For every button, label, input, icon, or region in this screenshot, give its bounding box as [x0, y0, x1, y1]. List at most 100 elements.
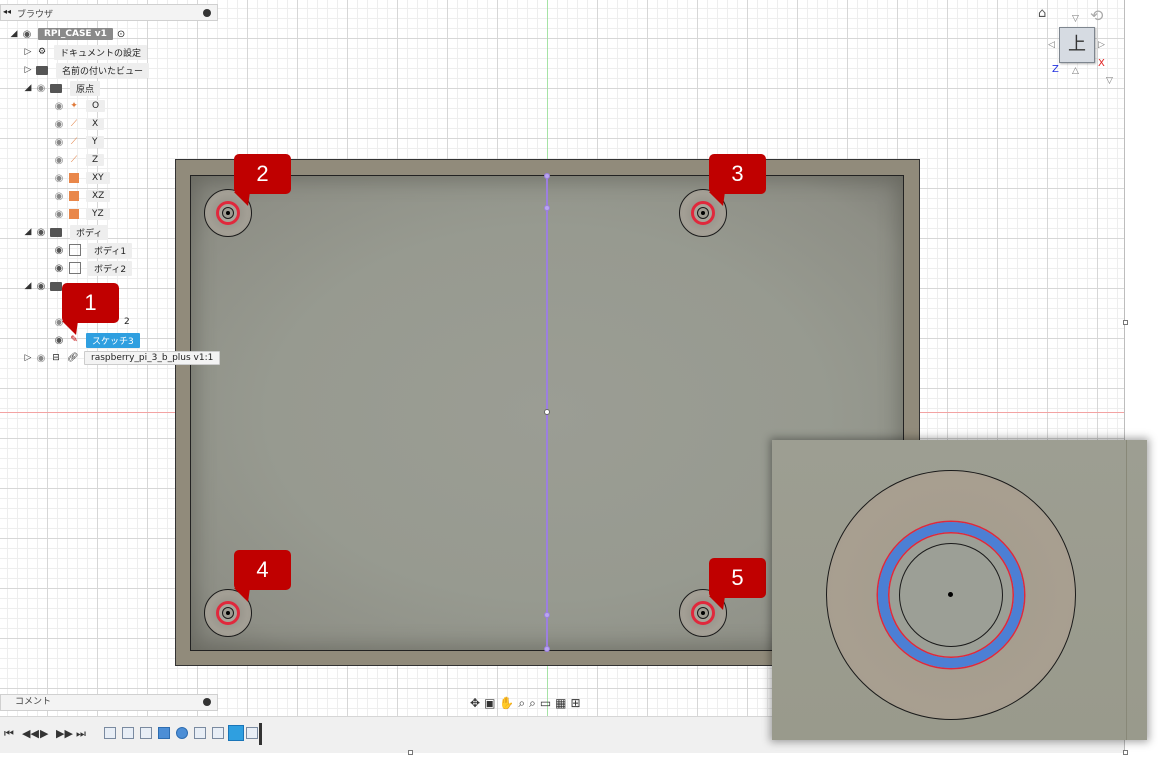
eye-icon[interactable]: ◉ [52, 101, 66, 112]
timeline-marker[interactable] [259, 723, 262, 745]
fit-zoom-icon[interactable]: ⌕ [529, 696, 536, 711]
sketch-point[interactable] [544, 205, 550, 211]
plane-icon [69, 209, 79, 219]
timeline-feature-selected[interactable] [228, 725, 244, 741]
plane-icon [69, 191, 79, 201]
center-point [226, 611, 230, 615]
zoom-icon[interactable]: ⌕ [518, 696, 525, 711]
eye-icon[interactable]: ◉ [52, 263, 66, 274]
gear-icon: ⚙ [37, 47, 47, 57]
timeline-feature[interactable] [176, 727, 188, 739]
triangle-down-icon[interactable]: ◢ [22, 281, 34, 291]
eye-icon[interactable]: ◉ [52, 191, 66, 202]
eye-icon[interactable]: ◉ [52, 155, 66, 166]
eye-icon[interactable]: ◉ [52, 209, 66, 220]
tree-item-origin-x[interactable]: ◉ ⟋ X [52, 116, 105, 132]
eye-icon[interactable]: ◉ [34, 353, 48, 364]
timeline-feature[interactable] [194, 727, 206, 739]
sketch-point[interactable] [544, 173, 550, 179]
triangle-right-icon[interactable]: ▷ [22, 65, 34, 75]
step-back-icon[interactable]: ◀◀ [22, 727, 39, 740]
eye-icon[interactable]: ◉ [52, 137, 66, 148]
eye-icon[interactable]: ◉ [34, 227, 48, 238]
skip-start-icon[interactable]: ⏮ [4, 727, 14, 741]
tree-item-body1[interactable]: ◉ ボディ1 [52, 242, 133, 258]
eye-icon[interactable]: ◉ [20, 29, 34, 40]
resize-handle[interactable] [1123, 750, 1128, 755]
timeline-feature[interactable] [104, 727, 116, 739]
body-icon [69, 262, 81, 274]
folder-icon [50, 281, 62, 291]
arrow-right-icon[interactable]: ▷ [1098, 40, 1105, 50]
sketch-point[interactable] [544, 646, 550, 652]
tree-item-component[interactable]: ▷ ◉ ⊟ 🔗︎ raspberry_pi_3_b_plus v1:1 [22, 350, 221, 366]
component-icon: ⊟ [52, 353, 60, 363]
cube-face-top[interactable]: 上 [1059, 27, 1095, 63]
sketch3-label: スケッチ3 [86, 332, 140, 348]
timeline-feature[interactable] [212, 727, 224, 739]
eye-icon[interactable]: ◉ [52, 245, 66, 256]
timeline-feature[interactable] [122, 727, 134, 739]
timeline-feature[interactable] [140, 727, 152, 739]
timeline-feature[interactable] [246, 727, 258, 739]
double-left-arrow-icon[interactable]: ◂◂ [3, 7, 11, 16]
tree-item-origin[interactable]: ◢ ◉ 原点 [22, 80, 101, 96]
triangle-down-icon[interactable]: ◢ [22, 227, 34, 237]
resize-handle[interactable] [408, 750, 413, 755]
callout-5: 5 [709, 558, 766, 598]
eye-icon[interactable]: ◉ [34, 83, 48, 94]
timeline-feature[interactable] [158, 727, 170, 739]
tree-item-origin-yz[interactable]: ◉ YZ [52, 206, 110, 222]
tree-item-named-views[interactable]: ▷ 名前の付いたビュー [22, 62, 150, 78]
orbit-icon[interactable]: ✥ [470, 696, 480, 710]
eye-icon[interactable]: ◉ [52, 173, 66, 184]
look-at-icon[interactable]: ▣ [484, 696, 495, 710]
arrow-up-icon[interactable]: △ [1072, 66, 1079, 76]
tree-item-origin-xy[interactable]: ◉ XY [52, 170, 110, 186]
viewports-icon[interactable]: ⊞ [571, 696, 581, 710]
callout-1: 1 [62, 283, 119, 323]
triangle-right-icon[interactable]: ▷ [22, 353, 34, 363]
skip-end-icon[interactable]: ⏭ [76, 727, 86, 741]
origin-xy-label: XY [86, 172, 110, 184]
tree-item-origin-y[interactable]: ◉ ⟋ Y [52, 134, 104, 150]
tree-root[interactable]: ◢ ◉ RPI_CASE v1 ⊙ [8, 26, 125, 42]
comments-panel[interactable]: コメント [0, 694, 218, 711]
triangle-right-icon[interactable]: ▷ [22, 47, 34, 57]
view-cube[interactable]: ⌂ ⟲ ▽ ◁ ▷ △ 上 X Z ▽ [1038, 6, 1124, 90]
tree-item-origin-z[interactable]: ◉ ⟋ Z [52, 152, 105, 168]
eye-icon[interactable]: ◉ [52, 335, 66, 346]
tree-item-body2[interactable]: ◉ ボディ2 [52, 260, 133, 276]
tree-item-doc-settings[interactable]: ▷ ⚙ ドキュメントの設定 [22, 44, 148, 60]
close-icon[interactable] [203, 9, 211, 17]
tree-item-origin-xz[interactable]: ◉ XZ [52, 188, 111, 204]
tree-item-sketches[interactable]: ◢ ◉ [22, 278, 66, 294]
origin-point-icon: ✦ [70, 101, 78, 111]
radio-target-icon[interactable]: ⊙ [117, 29, 125, 40]
tree-item-sketch3[interactable]: ◉ ✎ スケッチ3 [52, 332, 140, 348]
pan-hand-icon[interactable]: ✋ [499, 696, 514, 710]
arrow-left-icon[interactable]: ◁ [1048, 40, 1055, 50]
eye-icon[interactable]: ◉ [34, 281, 48, 292]
close-icon[interactable] [203, 698, 211, 706]
chevron-down-icon[interactable]: ▽ [1106, 76, 1113, 86]
component-label: raspberry_pi_3_b_plus v1:1 [84, 351, 221, 365]
axis-icon: ⟋ [70, 119, 78, 129]
play-icon[interactable]: ▶ [40, 727, 48, 740]
eye-icon[interactable]: ◉ [52, 119, 66, 130]
folder-icon [50, 83, 62, 93]
triangle-down-icon[interactable]: ◢ [8, 29, 20, 39]
sketch-point[interactable] [544, 612, 550, 618]
arrow-down-icon[interactable]: ▽ [1072, 14, 1079, 24]
rotate-arrow-icon[interactable]: ⟲ [1090, 6, 1103, 25]
resize-handle[interactable] [1123, 320, 1128, 325]
browser-header: ◂◂ ブラウザ [0, 4, 218, 21]
home-icon[interactable]: ⌂ [1038, 6, 1046, 21]
grid-icon[interactable]: ▦ [555, 696, 566, 710]
triangle-down-icon[interactable]: ◢ [22, 83, 34, 93]
tree-item-bodies[interactable]: ◢ ◉ ボディ [22, 224, 109, 240]
sketch-midpoint[interactable] [544, 409, 550, 415]
step-forward-icon[interactable]: ▶▶ [56, 727, 73, 740]
tree-item-origin-o[interactable]: ◉ ✦ O [52, 98, 106, 114]
display-settings-icon[interactable]: ▭ [540, 696, 551, 710]
